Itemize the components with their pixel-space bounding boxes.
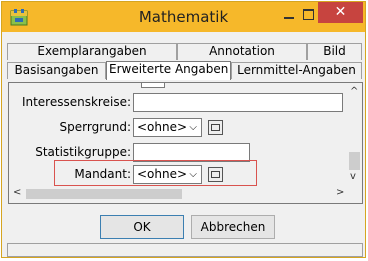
edit-icon (211, 124, 220, 131)
tab-basisangaben[interactable]: Basisangaben (7, 62, 106, 79)
tab-erweiterte-angaben[interactable]: Erweiterte Angaben (106, 61, 231, 80)
interessenskreise-label: Interessenskreise: (21, 95, 131, 109)
scroll-right-icon[interactable]: > (336, 187, 344, 198)
scroll-up-icon[interactable]: ^ (350, 86, 358, 97)
dialog-window: Mathematik ✕ Exemplarangaben Annotation … (1, 1, 366, 258)
interessenskreise-input[interactable] (133, 93, 343, 112)
tab-row-upper: Exemplarangaben Annotation Bild (7, 43, 362, 60)
tab-row-lower: Basisangaben Erweiterte Angaben Lernmitt… (7, 61, 362, 80)
status-bar (7, 243, 363, 257)
scroll-left-icon[interactable]: < (13, 187, 21, 198)
tab-annotation[interactable]: Annotation (177, 43, 307, 60)
sperrgrund-select[interactable]: <ohne> ⌵ (133, 118, 202, 137)
tab-exemplarangaben[interactable]: Exemplarangaben (7, 43, 177, 60)
sperrgrund-value: <ohne> (137, 120, 188, 134)
cut-off-field (141, 83, 165, 88)
horizontal-scroll-thumb[interactable] (26, 189, 182, 199)
maximize-button[interactable] (303, 9, 314, 20)
vertical-scroll-thumb[interactable] (349, 152, 360, 170)
chevron-down-icon: ⌵ (189, 122, 197, 133)
edit-icon (211, 171, 220, 178)
horizontal-scrollbar[interactable]: < > (10, 186, 346, 202)
scroll-down-icon[interactable]: v (350, 171, 356, 182)
close-icon: ✕ (334, 4, 347, 20)
tab-bild[interactable]: Bild (307, 43, 362, 60)
mandant-value: <ohne> (137, 167, 188, 181)
chevron-down-icon: ⌵ (189, 169, 197, 180)
close-button[interactable]: ✕ (318, 2, 363, 23)
mandant-label: Mandant: (74, 167, 131, 181)
statistikgruppe-label: Statistikgruppe: (35, 145, 131, 159)
minimize-button[interactable] (282, 10, 296, 24)
vertical-scrollbar[interactable]: ^ v (346, 84, 362, 202)
title-bar[interactable]: Mathematik ✕ (2, 2, 365, 32)
tab-lernmittel-angaben[interactable]: Lernmittel-Angaben (231, 62, 362, 79)
sperrgrund-label: Sperrgrund: (59, 120, 131, 134)
ok-button[interactable]: OK (100, 215, 184, 239)
mandant-edit-button[interactable] (208, 167, 223, 182)
form-panel: Interessenskreise: Sperrgrund: <ohne> ⌵ … (8, 82, 363, 204)
mandant-select[interactable]: <ohne> ⌵ (133, 165, 202, 184)
cancel-button[interactable]: Abbrechen (191, 215, 275, 239)
sperrgrund-edit-button[interactable] (208, 120, 223, 135)
